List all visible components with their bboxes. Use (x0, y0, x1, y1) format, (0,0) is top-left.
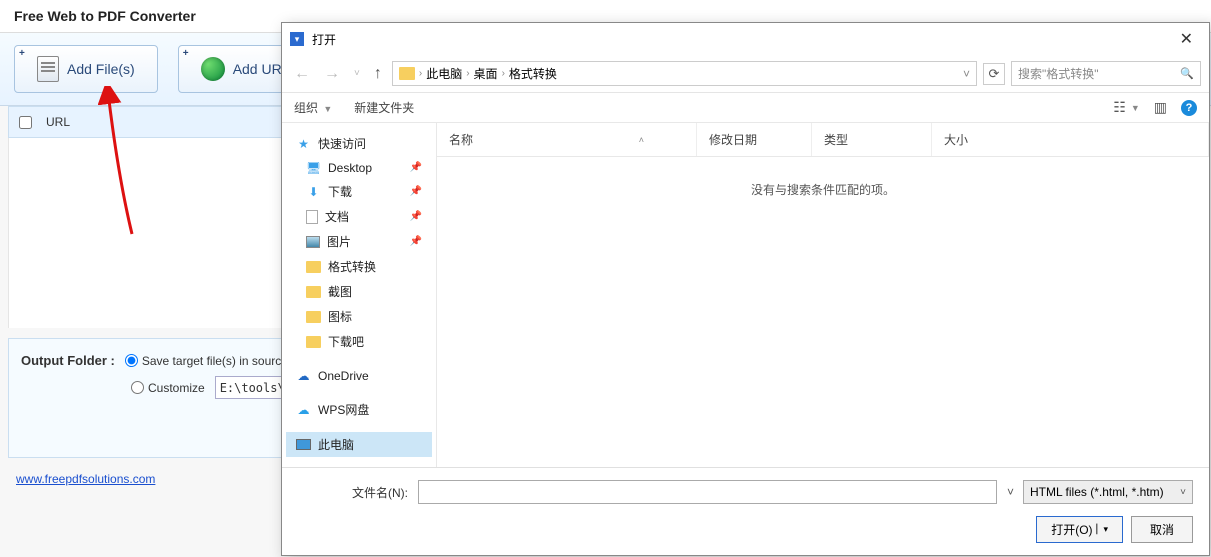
download-icon: ⬇ (306, 184, 321, 199)
folder-icon (399, 67, 415, 80)
file-columns-header: 名称˄ 修改日期 类型 大小 (437, 123, 1209, 157)
chevron-right-icon: › (419, 68, 422, 79)
sort-asc-icon: ˄ (639, 135, 644, 145)
pin-icon: 📌 (410, 236, 422, 247)
empty-message: 没有与搜索条件匹配的项。 (437, 157, 1209, 467)
folder-icon (306, 311, 321, 323)
nav-pictures[interactable]: 图片📌 (286, 229, 432, 254)
pin-icon: 📌 (410, 211, 422, 222)
dialog-titlebar: ▾ 打开 ✕ (282, 23, 1209, 55)
website-link[interactable]: www.freepdfsolutions.com (16, 472, 155, 486)
plus-icon: + (19, 48, 25, 59)
nav-documents[interactable]: 文档📌 (286, 204, 432, 229)
customize-radio[interactable]: Customize (131, 381, 205, 395)
filename-input[interactable] (418, 480, 997, 504)
output-folder-label: Output Folder : (21, 353, 115, 368)
nav-forward-icon[interactable]: → (320, 65, 344, 83)
nav-onedrive[interactable]: ☁OneDrive (286, 364, 432, 387)
nav-desktop[interactable]: 🖥Desktop📌 (286, 156, 432, 179)
organize-button[interactable]: 组织 ▼ (294, 99, 332, 116)
nav-folder-tubiao[interactable]: 图标 (286, 304, 432, 329)
col-modified[interactable]: 修改日期 (697, 123, 812, 156)
breadcrumb-seg[interactable]: 此电脑 (426, 65, 462, 82)
filename-label: 文件名(N): (298, 484, 408, 501)
pin-icon: 📌 (410, 162, 422, 173)
preview-pane-button[interactable]: ▥ (1154, 99, 1167, 116)
dialog-title: 打开 (312, 31, 336, 48)
plus-icon: + (183, 48, 189, 59)
nav-tree: ★快速访问 🖥Desktop📌 ⬇下载📌 文档📌 图片📌 格式转换 截图 图标 … (282, 123, 437, 467)
dialog-footer: 文件名(N): ˅ HTML files (*.html, *.htm) ˅ 打… (282, 467, 1209, 555)
col-type[interactable]: 类型 (812, 123, 932, 156)
help-icon[interactable]: ? (1181, 100, 1197, 116)
pin-icon: 📌 (410, 186, 422, 197)
nav-folder-geshizhuanhuan[interactable]: 格式转换 (286, 254, 432, 279)
chevron-down-icon[interactable]: ˅ (1007, 485, 1013, 499)
document-icon (37, 56, 59, 82)
breadcrumb-seg[interactable]: 格式转换 (509, 65, 557, 82)
col-url-label: URL (46, 115, 70, 129)
chevron-down-icon: ▏▾ (1097, 524, 1108, 535)
cloud-icon: ☁ (296, 402, 311, 417)
add-files-label: Add File(s) (67, 61, 135, 77)
nav-recent-icon[interactable]: ˅ (350, 68, 364, 79)
search-placeholder: 搜索"格式转换" (1018, 65, 1099, 82)
chevron-down-icon: ▼ (323, 104, 332, 114)
breadcrumb[interactable]: › 此电脑 › 桌面 › 格式转换 ˅ (392, 61, 977, 86)
folder-icon (306, 336, 321, 348)
select-all-checkbox[interactable] (19, 116, 32, 129)
cancel-button[interactable]: 取消 (1131, 516, 1193, 543)
nav-quick-access[interactable]: ★快速访问 (286, 131, 432, 156)
nav-folder-xiazaiba[interactable]: 下载吧 (286, 329, 432, 354)
new-folder-button[interactable]: 新建文件夹 (354, 99, 414, 116)
globe-icon (201, 57, 225, 81)
file-open-dialog: ▾ 打开 ✕ ← → ˅ ↑ › 此电脑 › 桌面 › 格式转换 ˅ ⟳ 搜索"… (281, 22, 1210, 556)
picture-icon (306, 236, 320, 248)
col-size[interactable]: 大小 (932, 123, 1209, 156)
refresh-icon[interactable]: ⟳ (983, 63, 1005, 85)
search-input[interactable]: 搜索"格式转换" (1011, 61, 1201, 86)
document-icon (306, 210, 318, 224)
cloud-icon: ☁ (296, 368, 311, 383)
nav-folder-jietu[interactable]: 截图 (286, 279, 432, 304)
nav-this-pc[interactable]: 此电脑 (286, 432, 432, 457)
col-name[interactable]: 名称˄ (437, 123, 697, 156)
chevron-right-icon: › (466, 68, 469, 79)
nav-downloads[interactable]: ⬇下载📌 (286, 179, 432, 204)
file-type-filter[interactable]: HTML files (*.html, *.htm) ˅ (1023, 480, 1193, 504)
folder-icon (306, 286, 321, 298)
chevron-right-icon: › (502, 68, 505, 79)
open-button[interactable]: 打开(O) ▏▾ (1036, 516, 1123, 543)
chevron-down-icon: ˅ (1180, 487, 1186, 498)
monitor-icon (296, 439, 311, 450)
star-icon: ★ (296, 136, 311, 151)
filter-label: HTML files (*.html, *.htm) (1030, 485, 1164, 499)
chevron-down-icon[interactable]: ˅ (963, 67, 970, 81)
dialog-navbar: ← → ˅ ↑ › 此电脑 › 桌面 › 格式转换 ˅ ⟳ 搜索"格式转换" (282, 55, 1209, 93)
file-list-pane: 名称˄ 修改日期 类型 大小 没有与搜索条件匹配的项。 (437, 123, 1209, 467)
add-files-button[interactable]: + Add File(s) (14, 45, 158, 93)
view-options-button[interactable]: ☷ ▼ (1113, 99, 1139, 116)
desktop-icon: 🖥 (306, 160, 321, 175)
nav-wps[interactable]: ☁WPS网盘 (286, 397, 432, 422)
dialog-toolbar: 组织 ▼ 新建文件夹 ☷ ▼ ▥ ? (282, 93, 1209, 123)
nav-up-icon[interactable]: ↑ (370, 65, 386, 83)
folder-icon (306, 261, 321, 273)
close-icon[interactable]: ✕ (1172, 29, 1201, 49)
nav-back-icon[interactable]: ← (290, 65, 314, 83)
dialog-app-icon: ▾ (290, 32, 304, 46)
breadcrumb-seg[interactable]: 桌面 (474, 65, 498, 82)
